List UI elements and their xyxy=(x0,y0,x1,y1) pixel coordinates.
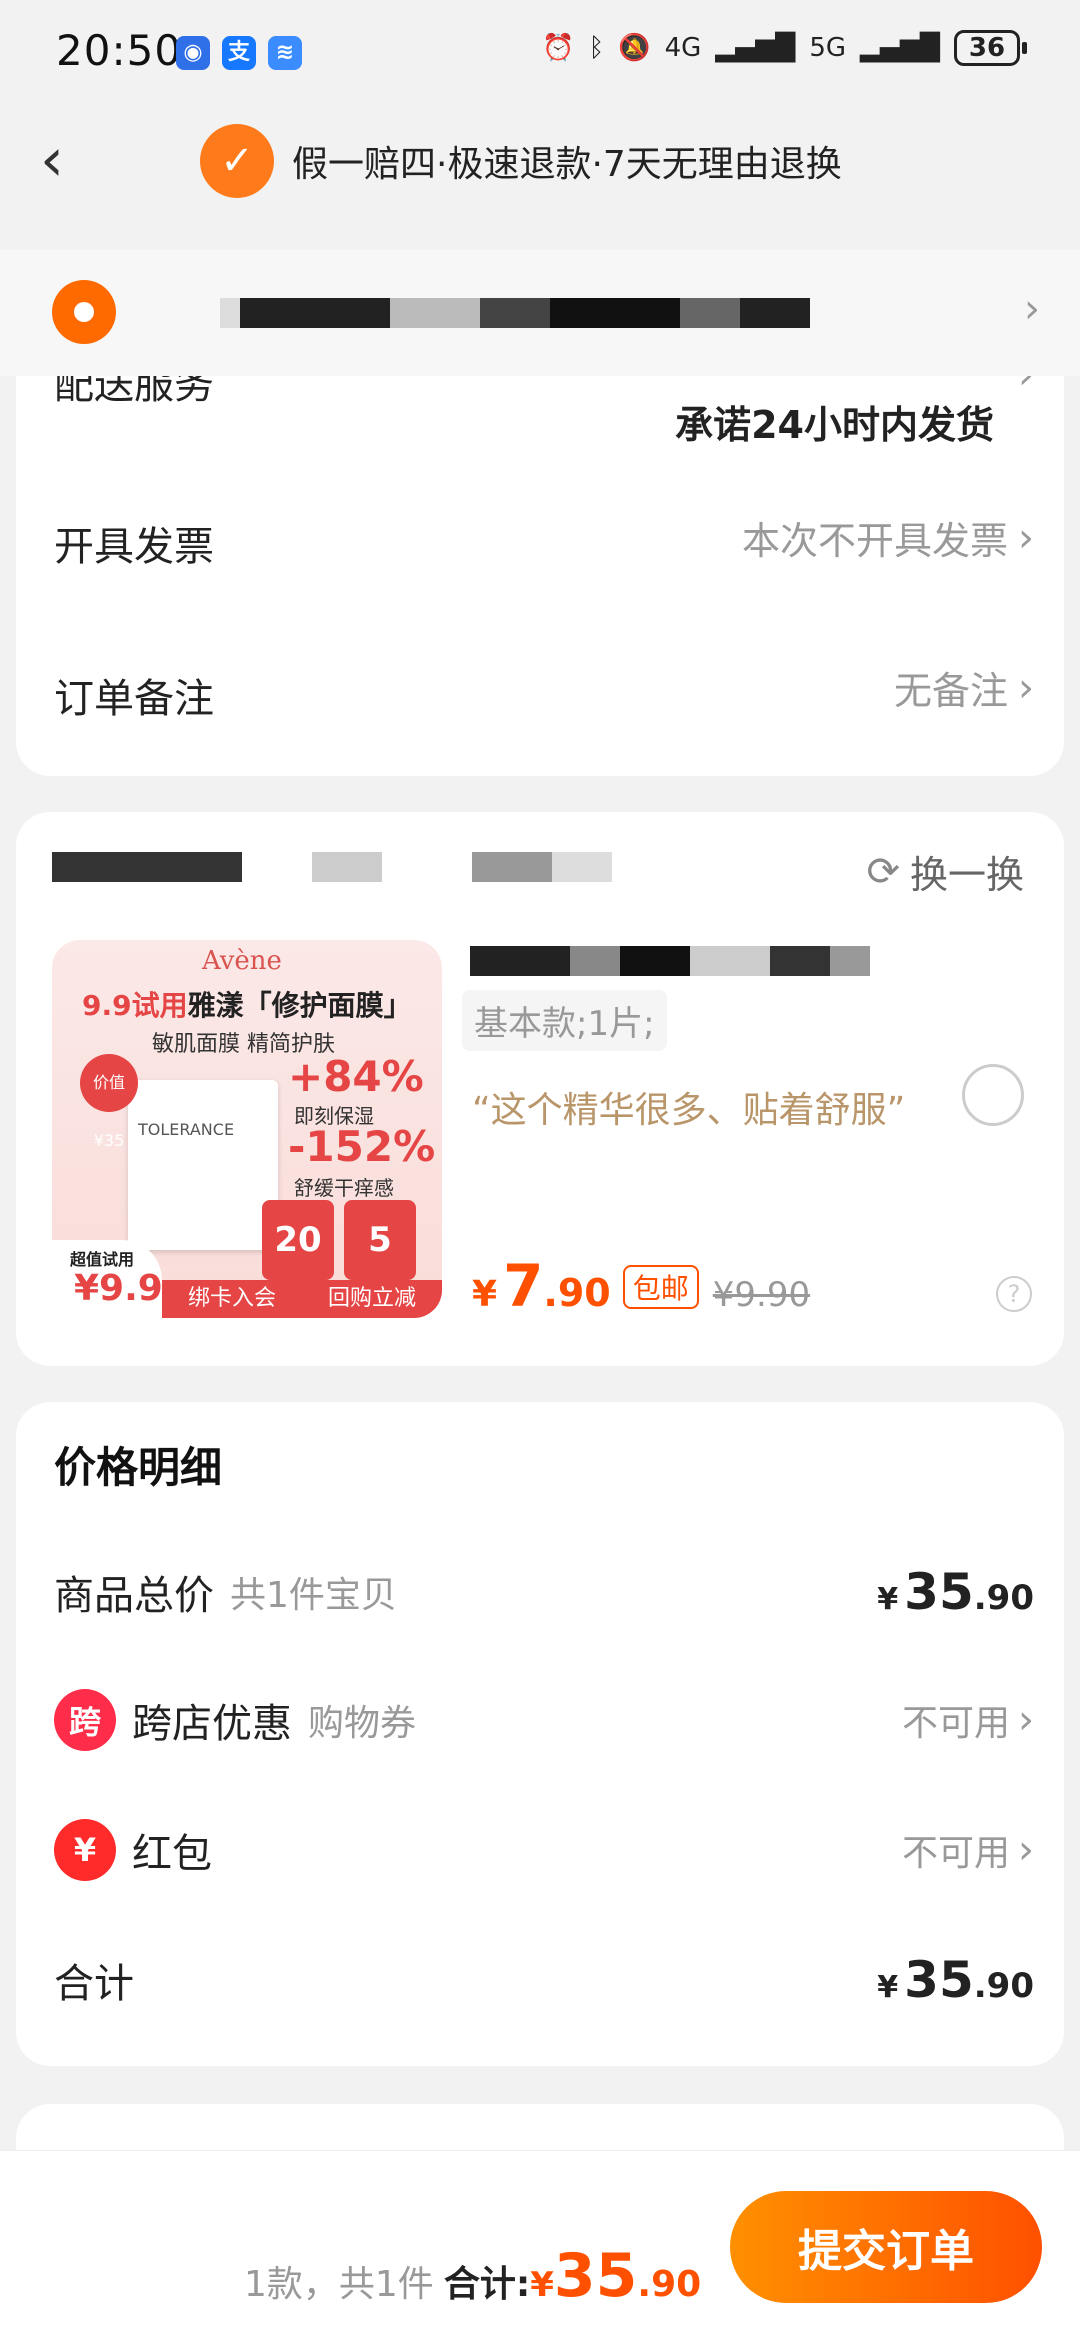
stat-moisture: +84% xyxy=(288,1052,424,1101)
shipping-service-label: 配送服务 xyxy=(54,376,214,408)
signal-icon: ▂▄▆█ xyxy=(860,33,940,63)
stat-soothe-label: 舒缓干痒感 xyxy=(294,1176,394,1200)
stat-soothe: -152% xyxy=(288,1122,436,1171)
cross-store-icon: 跨 xyxy=(54,1689,116,1751)
original-price: ¥9.90 xyxy=(712,1275,811,1315)
product-price: ¥ 7 .90 包邮 ¥9.90 xyxy=(472,1252,811,1320)
shop-name-redacted xyxy=(52,852,612,882)
invoice-row[interactable]: 本次不开具发票 › xyxy=(742,510,1034,565)
address-redacted xyxy=(220,298,810,328)
product-title-redacted xyxy=(470,946,870,976)
price-detail-title: 价格明细 xyxy=(54,1443,223,1492)
location-app-icon: ◉ xyxy=(176,36,210,70)
order-summary: 1款，共1件 合计: ¥ 35 .90 xyxy=(244,2241,702,2311)
guarantee-text: 假一赔四·极速退款·7天无理由退换 xyxy=(292,144,842,185)
variant-label[interactable]: 基本款;1片; xyxy=(462,990,667,1051)
price-detail-card: 价格明细 商品总价 共1件宝贝 ¥ 35 .90 跨 跨店优惠 购物券 不可用 … xyxy=(16,1402,1064,2066)
shipping-promise: 承诺24小时内发货 xyxy=(675,403,994,447)
address-bar[interactable]: › xyxy=(0,250,1080,376)
chevron-right-icon: › xyxy=(1024,286,1040,332)
submit-order-button[interactable]: 提交订单 xyxy=(730,2191,1042,2303)
help-icon[interactable]: ? xyxy=(996,1276,1032,1312)
signal-icon: ▂▄▆█ xyxy=(715,33,796,63)
signal-4g-label: 4G xyxy=(664,33,702,63)
back-arrow-icon[interactable]: ‹ xyxy=(40,130,100,190)
value-tag: 价值¥35 xyxy=(80,1054,138,1150)
battery-icon: 36 xyxy=(954,30,1027,66)
image-footer: 绑卡入会 回购立减 xyxy=(162,1280,442,1318)
alarm-icon: ⏰ xyxy=(542,33,575,63)
invoice-label: 开具发票 xyxy=(54,524,214,570)
product-card: ⟳ 换一换 Avène 9.9试用雅漾「修护面膜」 敏肌面膜 精简护肤 TOLE… xyxy=(16,812,1064,1366)
status-bar: 20:50 ◉ 支 ≋ ⏰ ᛒ 🔕 4G ▂▄▆█ 5G ▂▄▆█ 36 xyxy=(0,0,1080,110)
chevron-right-icon: › xyxy=(1018,1697,1034,1743)
order-note-label: 订单备注 xyxy=(54,676,214,722)
shield-check-icon: ✓ xyxy=(200,124,274,198)
chevron-right-icon: › xyxy=(1018,514,1034,561)
red-packet-icon: ¥ xyxy=(54,1819,116,1881)
wifi-app-icon: ≋ xyxy=(268,36,302,70)
mute-icon: 🔕 xyxy=(618,33,651,63)
chevron-right-icon: › xyxy=(1018,1827,1034,1873)
coupon-5: 5 xyxy=(344,1200,416,1280)
swap-label: 换一换 xyxy=(909,853,1024,897)
invoice-value: 本次不开具发票 xyxy=(741,519,1008,563)
subtotal-row: 商品总价 共1件宝贝 ¥ 35 .90 xyxy=(54,1563,1034,1621)
total-row: 合计 ¥ 35 .90 xyxy=(54,1951,1034,2009)
review-quote: “这个精华很多、贴着舒服” xyxy=(472,1090,906,1131)
cross-store-discount-row[interactable]: 跨 跨店优惠 购物券 不可用 › xyxy=(54,1689,1034,1751)
red-packet-row[interactable]: ¥ 红包 不可用 › xyxy=(54,1819,1034,1881)
chevron-right-icon: › xyxy=(1018,664,1034,711)
location-pin-icon xyxy=(52,280,116,344)
status-indicators: ⏰ ᛒ 🔕 4G ▂▄▆█ 5G ▂▄▆█ 36 xyxy=(542,30,1027,66)
image-headline: 9.9试用雅漾「修护面膜」 xyxy=(82,989,412,1022)
total-amount: ¥ 35 .90 xyxy=(877,1951,1034,2009)
alipay-icon: 支 xyxy=(222,36,256,70)
swap-button[interactable]: ⟳ 换一换 xyxy=(866,844,1024,899)
bluetooth-icon: ᛒ xyxy=(588,33,605,63)
order-note-value: 无备注 xyxy=(893,669,1008,713)
refresh-icon: ⟳ xyxy=(866,848,900,895)
header: ‹ ✓ 假一赔四·极速退款·7天无理由退换 xyxy=(0,110,1080,250)
bottom-bar: 1款，共1件 合计: ¥ 35 .90 提交订单 xyxy=(0,2150,1080,2340)
trial-badge: 超值试用 ¥9.9 xyxy=(52,1240,163,1318)
product-image[interactable]: Avène 9.9试用雅漾「修护面膜」 敏肌面膜 精简护肤 TOLERANCE … xyxy=(52,940,442,1318)
subtotal-amount: ¥ 35 .90 xyxy=(877,1563,1034,1621)
brand-logo: Avène xyxy=(202,946,282,976)
coupon-20: 20 xyxy=(262,1200,334,1280)
order-note-row[interactable]: 无备注 › xyxy=(894,660,1034,715)
free-shipping-badge: 包邮 xyxy=(622,1265,699,1309)
product-box: TOLERANCE xyxy=(128,1080,278,1250)
signal-5g-label: 5G xyxy=(809,33,847,63)
chevron-right-icon: › xyxy=(1018,376,1034,398)
order-options-card: 配送服务 承诺24小时内发货 › 开具发票 本次不开具发票 › 订单备注 无备注… xyxy=(16,376,1064,776)
select-radio[interactable] xyxy=(962,1064,1024,1126)
guarantee-banner: ✓ 假一赔四·极速退款·7天无理由退换 xyxy=(200,124,842,198)
status-time: 20:50 xyxy=(56,26,183,75)
